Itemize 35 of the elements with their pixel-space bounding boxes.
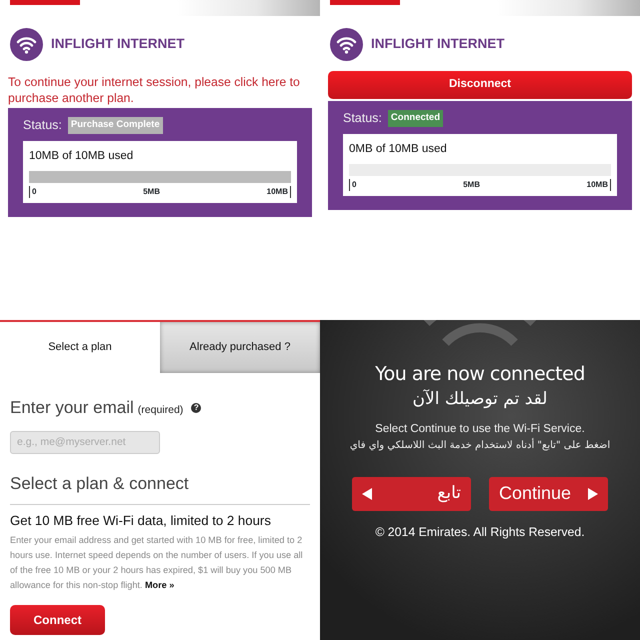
required-note: (required) [138, 403, 184, 418]
status-label: Status: [23, 117, 62, 134]
tick-label: 5MB [463, 179, 480, 191]
usage-text: 10MB of 10MB used [29, 148, 134, 164]
connected-title-arabic: لقد تم توصيلك الآن [412, 388, 548, 408]
status-badge: Purchase Complete [68, 117, 163, 134]
more-link[interactable]: More » [144, 580, 174, 590]
tick-label: 10MB [586, 179, 608, 191]
left-triangle-icon [362, 488, 372, 500]
email-heading: Enter your email [10, 397, 134, 419]
email-field[interactable]: e.g., me@myserver.net [10, 430, 160, 454]
continue-button[interactable]: Continue [489, 476, 608, 511]
disconnect-button[interactable]: Disconnect [328, 71, 632, 99]
offer-description: Enter your email address and get started with 10 MB for free, limited to 2 hours use. Internet speed depends on the number of users. If you use all of the free 10 MB or your 2 hours has expired, $1 will buy you 500 MB allowance for this non-stop flight. More » [10, 534, 304, 592]
instruction-text-arabic: اضغط على "تابع" أدناه لاستخدام خدمة البث اللاسلكي واي فاي [350, 438, 610, 453]
brand-title: INFLIGHT INTERNET [371, 35, 504, 54]
connect-button[interactable]: Connect [10, 604, 105, 635]
offer-title: Get 10 MB free Wi-Fi data, limited to 2 hours [10, 512, 272, 530]
tick-label: 0 [32, 186, 36, 198]
usage-text: 0MB of 10MB used [349, 142, 448, 157]
right-triangle-icon [588, 488, 598, 500]
tick-label: 0 [352, 179, 356, 191]
status-label: Status: [343, 110, 382, 127]
help-icon[interactable]: ? [191, 402, 202, 413]
tab[interactable]: Already purchased ? [160, 322, 320, 373]
purchase-link[interactable]: To continue your internet session, please click here to purchase another plan. [8, 74, 312, 106]
copyright-text: © 2014 Emirates. All Rights Reserved. [375, 524, 585, 541]
connected-title: You are now connected [375, 362, 585, 387]
continue-arabic-button[interactable]: تابع [352, 476, 471, 511]
brand-title: INFLIGHT INTERNET [51, 35, 184, 54]
plan-heading: Select a plan & connect [10, 472, 190, 494]
tick-label: 5MB [143, 186, 160, 198]
tick-label: 10MB [266, 186, 288, 198]
status-badge: Connected [388, 110, 444, 126]
instruction-text: Select Continue to use the Wi-Fi Service. [375, 422, 585, 436]
